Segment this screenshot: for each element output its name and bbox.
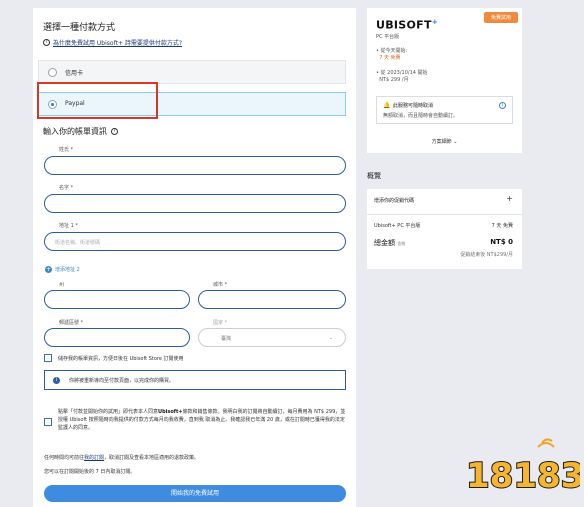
item-label: Ubisoft+ PC 平台版 xyxy=(374,223,421,229)
highlight-annotation xyxy=(37,82,158,119)
bell-icon: 🔔 xyxy=(383,102,391,109)
redirect-notice: i 你將被重新導向至付款頁面，以完成你的購買。 xyxy=(44,370,346,390)
withdraw-info: 您可以在訂閱開始後的 7 日內取消訂閱。 xyxy=(44,469,136,475)
platform-label: PC 平台版 xyxy=(376,34,400,40)
country-label: 國家 * xyxy=(213,320,228,326)
city-field[interactable] xyxy=(198,290,346,309)
after-trial-price: 促銷結束後 NT$299/月 xyxy=(460,252,513,258)
last-name-field[interactable] xyxy=(44,156,346,175)
first-name-label: 名字 * xyxy=(59,185,74,191)
overview-title: 概覽 xyxy=(367,172,381,180)
billing-info-title: 輸入你的帳單資訊 ? xyxy=(43,126,118,137)
promo-code-label[interactable]: 增添你的促銷代碼 xyxy=(374,197,414,204)
plus-icon: + xyxy=(45,266,52,273)
total-price: NT$ 0 xyxy=(490,238,513,246)
plan-details-toggle[interactable]: 方案細節 ⌄ xyxy=(367,138,522,145)
info-icon: i xyxy=(53,377,60,384)
free-trial-badge: 免費試用 xyxy=(483,12,518,23)
payment-method-title: 選擇一種付款方式 xyxy=(43,23,116,33)
payment-form-card: 選擇一種付款方式 ? 為什麼免費試用 Ubisoft+ 詩需要提供付款方式? 信… xyxy=(33,8,356,507)
save-info-label: 儲存我的帳單資訊，方便日後在 Ubisoft Store 訂閱使用 xyxy=(58,356,184,362)
zip-label: 郵遞區號 * xyxy=(59,320,84,326)
item-value: 7 天 免費 xyxy=(491,223,513,229)
first-name-field[interactable] xyxy=(44,194,346,213)
product-card: UBISOFT+ 免費試用 PC 平台版 • 從今天開始: 7 天 免費 • 從… xyxy=(367,8,522,153)
address1-label: 地址 1 * xyxy=(59,223,78,229)
overview-card: 增添你的促銷代碼 + Ubisoft+ PC 平台版 7 天 免費 總金額 含稅… xyxy=(367,189,522,269)
total-label: 總金額 含稅 xyxy=(374,239,406,247)
address1-field[interactable]: 街道名稱、街道號碼 xyxy=(44,232,346,251)
chevron-down-icon: ⌄ xyxy=(328,335,333,341)
chevron-down-icon: ⌄ xyxy=(453,139,458,145)
divider xyxy=(367,214,522,215)
country-select[interactable]: 臺灣 ⌄ xyxy=(198,328,346,347)
terms-text: 點擊「付款並開始你的試用」即代表本人同意Ubisoft+條款和銷售條款。我明白我… xyxy=(58,409,346,431)
state-field[interactable] xyxy=(44,290,190,309)
ubisoft-plus-logo: UBISOFT+ xyxy=(376,18,438,32)
svg-text:18183: 18183 xyxy=(466,456,580,496)
add-address2-link[interactable]: + 增添地址 2 xyxy=(45,266,80,273)
help-icon[interactable]: ? xyxy=(111,128,118,135)
zip-field[interactable] xyxy=(44,328,190,347)
terms-checkbox[interactable] xyxy=(44,418,52,426)
save-info-checkbox[interactable] xyxy=(44,354,52,362)
my-subscription-link[interactable]: 我的訂閱 xyxy=(84,455,104,461)
plus-icon[interactable]: + xyxy=(506,194,513,203)
city-label: 城市 * xyxy=(213,282,228,288)
trial-bullet: • 從今天開始: 7 天 免費 xyxy=(376,48,408,61)
18183-watermark-logo: 18183 xyxy=(465,438,580,497)
start-free-trial-button[interactable]: 開始我的免費試用 xyxy=(44,485,346,502)
why-payment-link[interactable]: ? 為什麼免費試用 Ubisoft+ 詩需要提供付款方式? xyxy=(43,38,182,47)
info-icon[interactable]: i xyxy=(499,102,506,109)
cancel-anytime-box: 🔔 此服務可隨時取消 無額取消，而且隨時會自動續訂。 i xyxy=(376,96,513,124)
cancel-subscription-info: 任何時間均可前往我的訂閱，取消訂閱及查看本地區適用的退款政策。 xyxy=(44,455,200,461)
last-name-label: 姓氏 * xyxy=(59,147,74,153)
state-label: 州 xyxy=(59,282,65,288)
renewal-bullet: • 從 2023/10/14 開始 NT$ 299 /月 xyxy=(376,70,428,83)
radio-credit-card[interactable] xyxy=(48,68,57,77)
help-icon: ? xyxy=(43,39,50,46)
payment-option-credit-card[interactable]: 信用卡 xyxy=(38,60,346,84)
